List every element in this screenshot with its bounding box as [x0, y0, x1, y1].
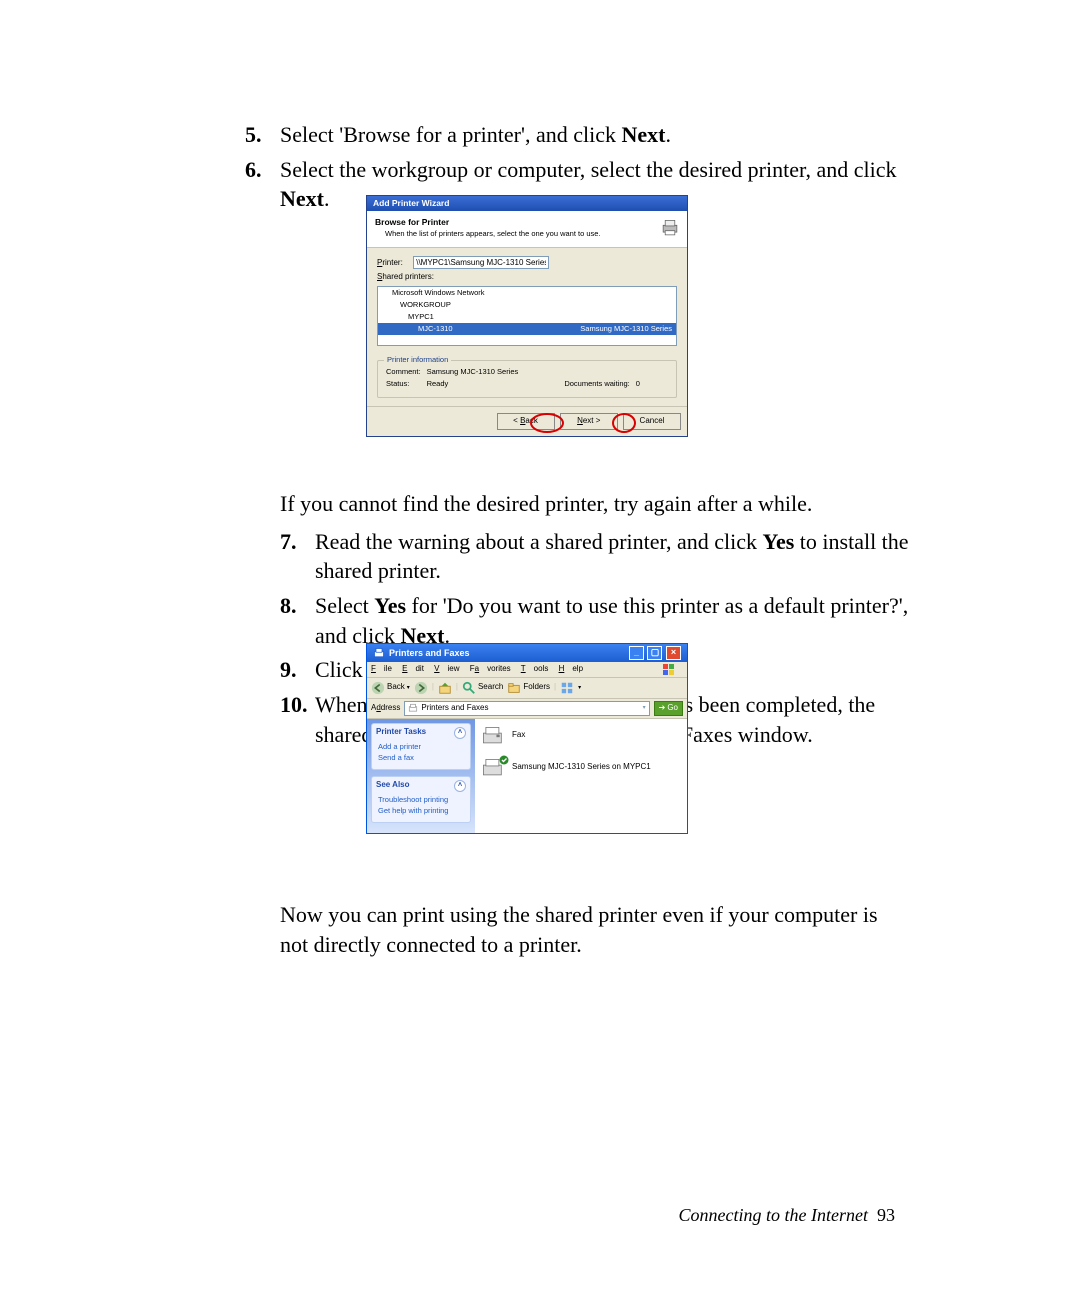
printer-tasks-heading: Printer Tasks	[376, 727, 426, 738]
cancel-button[interactable]: Cancel	[623, 413, 681, 430]
address-label: Address	[371, 703, 400, 714]
shared-printer-icon	[481, 757, 507, 779]
page-footer: Connecting to the Internet 93	[0, 1203, 895, 1227]
windows-flag-icon	[663, 664, 675, 676]
toolbar-search[interactable]: Search	[462, 681, 503, 695]
printer-tasks-panel: Printer Tasks ˄ Add a printer Send a fax	[371, 723, 471, 770]
tree-node-computer[interactable]: MYPC1	[378, 311, 676, 323]
tree-node-network[interactable]: Microsoft Windows Network	[378, 287, 676, 299]
up-folder-icon[interactable]	[438, 681, 452, 695]
step-6-text: Select the workgroup or computer, select…	[280, 157, 896, 182]
closing-paragraph: Now you can print using the shared print…	[280, 900, 900, 959]
printer-icon	[659, 217, 681, 239]
step-5: 5. Select 'Browse for a printer', and cl…	[245, 120, 945, 150]
collapse-icon[interactable]: ˄	[454, 780, 466, 792]
window-buttons: _ ▢ ×	[628, 646, 681, 660]
pf-address-bar: Address Printers and Faxes ▾ ➔ Go	[367, 699, 687, 719]
forward-arrow-icon[interactable]	[414, 681, 428, 695]
shared-printer-item[interactable]: Samsung MJC-1310 Series on MYPC1	[481, 757, 681, 779]
minimize-button[interactable]: _	[629, 646, 644, 660]
step-7: 7. Read the warning about a shared print…	[280, 527, 930, 586]
see-also-panel: See Also ˄ Troubleshoot printing Get help…	[371, 776, 471, 823]
go-arrow-icon: ➔	[659, 703, 666, 714]
back-arrow-icon	[371, 681, 385, 695]
status-label: Status:	[386, 379, 425, 389]
menu-help[interactable]: Help	[559, 664, 583, 673]
menu-view[interactable]: View	[434, 664, 459, 673]
maximize-button[interactable]: ▢	[647, 646, 662, 660]
add-printer-wizard-window: Add Printer Wizard Browse for Printer Wh…	[366, 195, 688, 437]
toolbar-back[interactable]: Back▾	[371, 681, 410, 695]
wizard-subheading: When the list of printers appears, selec…	[385, 229, 679, 239]
add-a-printer-link[interactable]: Add a printer	[378, 742, 466, 752]
printers-and-faxes-window: Printers and Faxes _ ▢ × File Edit View …	[366, 643, 688, 834]
pf-toolbar: Back▾ | | Search Folders | ▾	[367, 678, 687, 699]
step-5-bold: Next	[621, 122, 665, 147]
pf-titlebar: Printers and Faxes _ ▢ ×	[367, 644, 687, 662]
pf-sidebar: Printer Tasks˄ Add a printer Send a fax …	[367, 719, 475, 834]
printers-folder-icon	[373, 647, 385, 659]
menu-edit[interactable]: Edit	[402, 664, 424, 673]
printer-field-label: Printer:	[377, 258, 411, 269]
menu-file[interactable]: File	[371, 664, 392, 673]
views-icon[interactable]	[560, 681, 574, 695]
troubleshoot-printing-link[interactable]: Troubleshoot printing	[378, 795, 466, 805]
fax-label: Fax	[512, 731, 525, 740]
tree-node-workgroup[interactable]: WORKGROUP	[378, 299, 676, 311]
shared-printers-label: Shared printers:	[377, 272, 677, 283]
go-button[interactable]: ➔ Go	[654, 701, 683, 716]
wizard-heading: Browse for Printer	[375, 217, 679, 228]
tree-node-selected-printer[interactable]: MJC-1310 Samsung MJC-1310 Series	[378, 323, 676, 335]
step-8: 8. Select Yes for 'Do you want to use th…	[280, 591, 930, 650]
back-button[interactable]: < Back	[497, 413, 555, 430]
comment-value: Samsung MJC-1310 Series	[427, 367, 523, 377]
printer-path-input[interactable]	[413, 256, 549, 269]
see-also-heading: See Also	[376, 780, 410, 791]
documents-waiting-label: Documents waiting:	[524, 379, 633, 389]
collapse-icon[interactable]: ˄	[454, 727, 466, 739]
pf-title-text: Printers and Faxes	[389, 647, 470, 659]
footer-chapter: Connecting to the Internet	[679, 1205, 868, 1225]
wizard-titlebar: Add Printer Wizard	[367, 196, 687, 211]
address-icon	[408, 703, 418, 713]
pf-content-area: Fax Samsung MJC-1310 Series on MYPC1	[475, 719, 687, 834]
menu-tools[interactable]: Tools	[521, 664, 549, 673]
fax-item[interactable]: Fax	[481, 725, 681, 747]
send-a-fax-link[interactable]: Send a fax	[378, 753, 466, 763]
address-field[interactable]: Printers and Faxes ▾	[404, 701, 649, 716]
printer-information-group: Printer information Comment: Samsung MJC…	[377, 360, 677, 398]
close-button[interactable]: ×	[666, 646, 681, 660]
step-5-text: Select 'Browse for a printer', and click	[280, 122, 621, 147]
pf-menu-bar: File Edit View Favorites Tools Help	[367, 662, 687, 678]
status-value: Ready	[427, 379, 523, 389]
get-help-with-printing-link[interactable]: Get help with printing	[378, 806, 466, 816]
printer-info-legend: Printer information	[384, 355, 451, 365]
documents-waiting-value: 0	[636, 379, 644, 389]
toolbar-folders[interactable]: Folders	[507, 681, 550, 695]
shared-printer-label: Samsung MJC-1310 Series on MYPC1	[512, 763, 651, 772]
fax-icon	[481, 725, 507, 747]
address-dropdown-icon[interactable]: ▾	[643, 704, 646, 712]
folders-icon	[507, 681, 521, 695]
footer-page-number: 93	[877, 1205, 895, 1225]
search-icon	[462, 681, 476, 695]
step-6-bold: Next	[280, 186, 324, 211]
next-button[interactable]: Next >	[560, 413, 618, 430]
shared-printers-tree[interactable]: Microsoft Windows Network WORKGROUP MYPC…	[377, 286, 677, 346]
comment-label: Comment:	[386, 367, 425, 377]
menu-favorites[interactable]: Favorites	[470, 664, 511, 673]
note-printer-not-found: If you cannot find the desired printer, …	[280, 489, 930, 519]
